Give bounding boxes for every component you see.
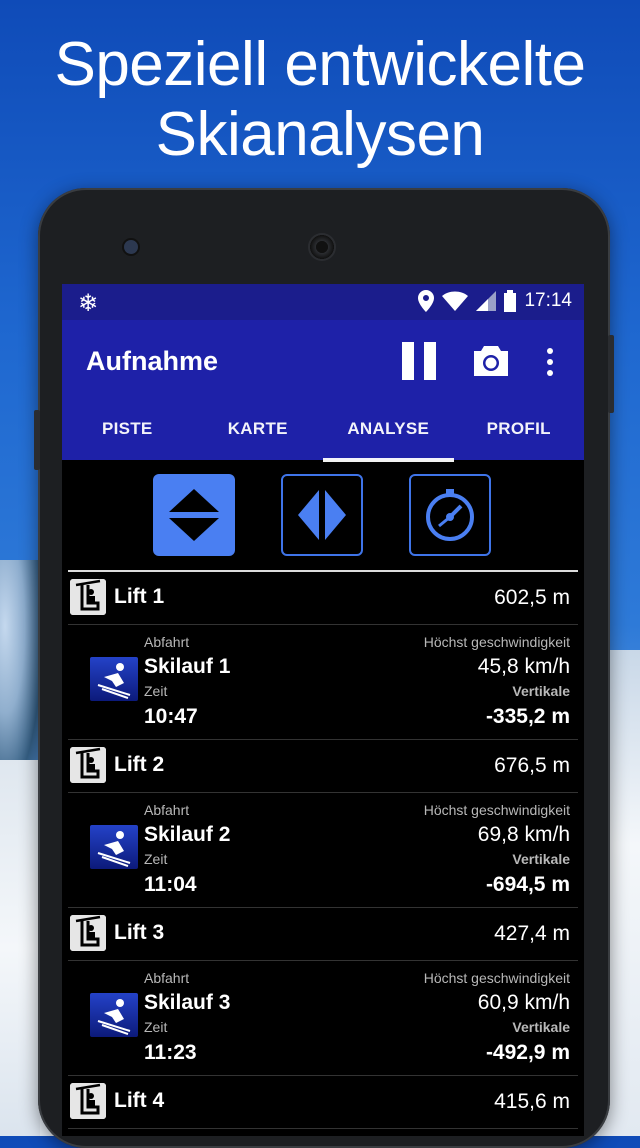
time-label: Zeit (144, 851, 168, 867)
tab-profil[interactable]: PROFIL (454, 404, 585, 460)
snowflake-icon: ❄ (78, 290, 99, 317)
tab-analyse[interactable]: ANALYSE (323, 404, 454, 462)
wifi-icon (442, 291, 469, 311)
lift-distance: 676,5 m (494, 754, 570, 777)
lift-name: Lift 3 (114, 921, 165, 944)
lift-row[interactable]: Lift 2 676,5 m (68, 740, 578, 793)
chairlift-icon (70, 579, 106, 615)
analysis-filter-bar (68, 460, 578, 572)
stopwatch-icon (426, 489, 474, 541)
more-options-button[interactable] (546, 348, 554, 378)
front-camera (124, 240, 138, 254)
app-bar: Aufnahme (62, 320, 584, 404)
run-vertical: -492,9 m (485, 1041, 570, 1064)
horizontal-filter-button[interactable] (281, 474, 363, 556)
top-speed-label: Höchst geschwindigkeit (423, 970, 570, 986)
lift-distance: 415,6 m (494, 1090, 570, 1113)
run-time: 10:47 (144, 705, 198, 728)
lift-row[interactable]: Lift 3 427,4 m (68, 908, 578, 961)
phone-speaker (308, 233, 336, 261)
camera-button[interactable] (472, 344, 510, 378)
run-vertical: -335,2 m (485, 705, 570, 728)
skier-icon (90, 993, 138, 1037)
vertical-arrows-icon (169, 489, 219, 541)
chairlift-icon (70, 915, 106, 951)
pause-button[interactable] (402, 342, 438, 380)
lift-name: Lift 1 (114, 585, 165, 608)
run-name: Skilauf 1 (144, 655, 231, 678)
signal-icon (476, 291, 497, 311)
run-top-speed: 60,9 km/h (477, 991, 570, 1014)
battery-icon (504, 290, 517, 312)
descent-label: Abfahrt (144, 802, 190, 818)
time-label: Zeit (144, 1019, 168, 1035)
top-speed-label: Höchst geschwindigkeit (423, 634, 570, 650)
lift-name: Lift 2 (114, 753, 165, 776)
run-top-speed: 45,8 km/h (477, 655, 570, 678)
lift-row[interactable]: Lift 4 415,6 m (68, 1076, 578, 1129)
descent-label: Abfahrt (144, 634, 190, 650)
speed-filter-button[interactable] (409, 474, 491, 556)
status-icons: 17:14 (418, 290, 572, 312)
lift-distance: 602,5 m (494, 586, 570, 609)
phone-side-button-right (608, 335, 614, 413)
app-screen: ❄ 17:14 Aufnahme PISTE KARTE ANALYSE PRO… (62, 284, 584, 1136)
ski-run-row[interactable]: Abfahrt Höchst geschwindigkeit Skilauf 3… (68, 961, 578, 1076)
phone-side-button-left (34, 410, 40, 470)
time-label: Zeit (144, 683, 168, 699)
snow-left-background (0, 760, 40, 1136)
run-time: 11:23 (144, 1041, 197, 1064)
run-name: Skilauf 3 (144, 991, 231, 1014)
status-bar: ❄ 17:14 (62, 284, 584, 320)
lift-name: Lift 4 (114, 1089, 165, 1112)
lift-distance: 427,4 m (494, 922, 570, 945)
run-vertical: -694,5 m (485, 873, 570, 896)
status-time: 17:14 (524, 290, 572, 311)
page-title: Aufnahme (86, 346, 219, 376)
ski-run-row[interactable]: Abfahrt Höchst geschwindigkeit Skilauf 2… (68, 793, 578, 908)
location-icon (418, 290, 435, 312)
top-speed-label: Höchst geschwindigkeit (423, 802, 570, 818)
skier-icon (90, 657, 138, 701)
vertical-label: Vertikale (512, 1019, 570, 1035)
chairlift-icon (70, 747, 106, 783)
headline-line-2: Skianalysen (155, 100, 485, 169)
vertical-filter-button[interactable] (153, 474, 235, 556)
horizontal-arrows-icon (298, 490, 346, 540)
tab-bar: PISTE KARTE ANALYSE PROFIL (62, 404, 585, 462)
promo-headline: Speziell entwickelte Skianalysen (0, 30, 640, 170)
tab-karte[interactable]: KARTE (193, 404, 324, 460)
skier-icon (90, 825, 138, 869)
headline-line-1: Speziell entwickelte (54, 30, 586, 99)
descent-label: Abfahrt (144, 970, 190, 986)
chairlift-icon (70, 1083, 106, 1119)
snowy-tree-background (0, 560, 40, 780)
ski-run-row[interactable]: Abfahrt Höchst geschwindigkeit Skilauf 1… (68, 625, 578, 740)
run-name: Skilauf 2 (144, 823, 231, 846)
run-top-speed: 69,8 km/h (477, 823, 570, 846)
vertical-label: Vertikale (512, 851, 570, 867)
tab-piste[interactable]: PISTE (62, 404, 193, 460)
run-time: 11:04 (144, 873, 197, 896)
vertical-label: Vertikale (512, 683, 570, 699)
lift-row[interactable]: Lift 1 602,5 m (68, 572, 578, 625)
